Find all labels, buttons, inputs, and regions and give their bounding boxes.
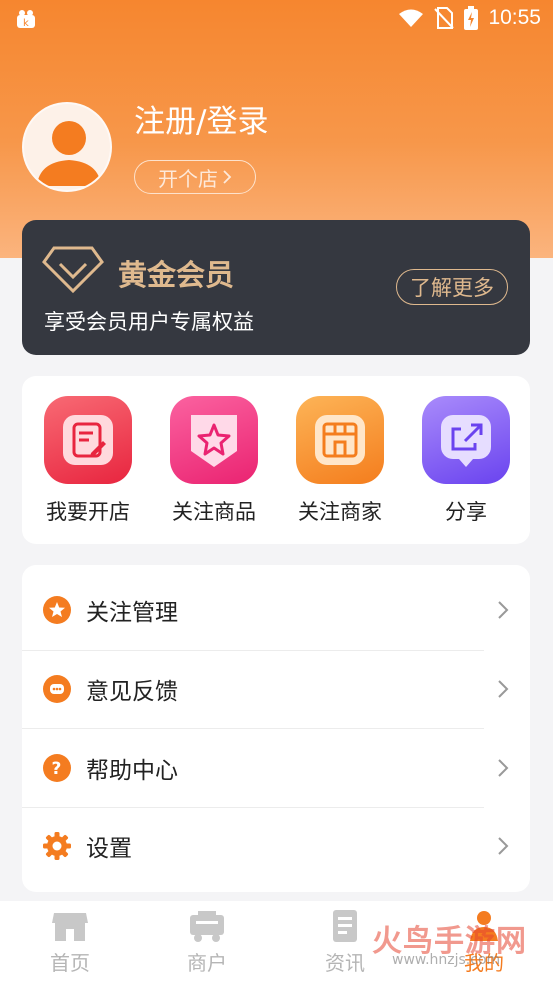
news-icon <box>333 910 357 942</box>
quick-tile <box>170 396 258 484</box>
watermark-url: www.hnzjs.com <box>392 952 501 968</box>
avatar[interactable] <box>22 102 112 192</box>
user-avatar-icon <box>37 121 101 186</box>
home-store-icon <box>52 913 88 941</box>
chat-circle-icon <box>43 675 71 703</box>
wifi-icon <box>399 9 424 27</box>
menu-label: 帮助中心 <box>86 758 178 784</box>
settings-menu-card: 关注管理 意见反馈 ? 帮助中心 设置 <box>22 565 530 892</box>
star-badge-icon <box>191 415 237 467</box>
star-circle-icon <box>43 596 71 624</box>
open-shop-button[interactable]: 开个店 <box>134 160 256 194</box>
svg-text:k: k <box>23 18 29 29</box>
tab-label: 商户 <box>187 951 227 975</box>
vip-title: 黄金会员 <box>118 258 235 292</box>
no-sim-icon <box>434 7 455 29</box>
learn-more-button[interactable]: 了解更多 <box>396 269 508 305</box>
edit-document-icon <box>63 415 113 465</box>
tab-merchant[interactable]: 商户 <box>167 909 247 976</box>
quick-tile <box>296 396 384 484</box>
share-icon <box>441 415 491 467</box>
quick-action-open-shop[interactable]: 我要开店 <box>33 396 143 526</box>
quick-action-label: 关注商家 <box>298 500 382 524</box>
chevron-right-icon <box>498 837 509 855</box>
battery-charging-icon <box>464 6 479 30</box>
quick-action-label: 关注商品 <box>172 500 256 524</box>
gear-icon <box>43 832 71 860</box>
menu-label: 关注管理 <box>86 600 178 626</box>
quick-tile <box>422 396 510 484</box>
tab-label: 首页 <box>50 951 90 975</box>
quick-action-follow-merchants[interactable]: 关注商家 <box>285 396 395 526</box>
vip-subtitle: 享受会员用户专属权益 <box>44 310 254 334</box>
app-notification-icon: k <box>17 10 35 29</box>
merchant-truck-icon <box>190 911 224 942</box>
quick-action-label: 我要开店 <box>46 500 130 524</box>
quick-action-label: 分享 <box>445 500 487 524</box>
login-register-link[interactable]: 注册/登录 <box>134 96 268 141</box>
status-time: 10:55 <box>488 6 541 29</box>
chevron-right-icon <box>223 170 232 184</box>
quick-action-follow-products[interactable]: 关注商品 <box>159 396 269 526</box>
chevron-right-icon <box>498 680 509 698</box>
menu-item-follow-management[interactable]: 关注管理 <box>22 571 530 649</box>
quick-tile <box>44 396 132 484</box>
gold-member-card[interactable]: 黄金会员 享受会员用户专属权益 了解更多 <box>22 220 530 355</box>
menu-label: 设置 <box>86 836 132 862</box>
quick-action-share[interactable]: 分享 <box>411 396 521 526</box>
help-circle-icon: ? <box>43 754 71 782</box>
chevron-right-icon <box>498 601 509 619</box>
menu-item-help-center[interactable]: ? 帮助中心 <box>22 729 530 807</box>
storefront-icon <box>315 415 365 465</box>
quick-actions-card: 我要开店 关注商品 关注商家 分享 <box>22 376 530 544</box>
menu-label: 意见反馈 <box>86 679 178 705</box>
menu-item-feedback[interactable]: 意见反馈 <box>22 650 530 728</box>
svg-text:?: ? <box>52 759 62 779</box>
chevron-right-icon <box>498 759 509 777</box>
diamond-icon <box>42 246 104 294</box>
status-bar: k 10:55 <box>0 0 553 40</box>
tab-home[interactable]: 首页 <box>30 909 110 976</box>
menu-item-settings[interactable]: 设置 <box>22 807 530 885</box>
open-shop-label: 开个店 <box>158 166 218 191</box>
